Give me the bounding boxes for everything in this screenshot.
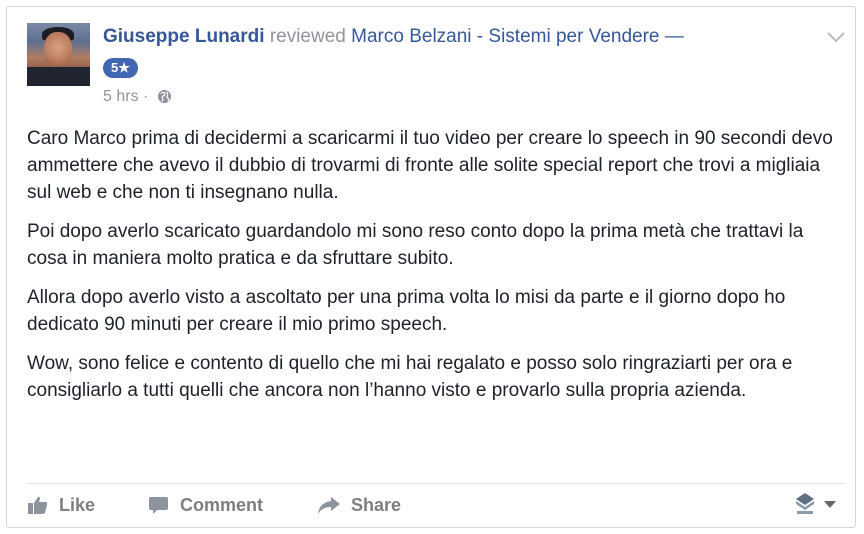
- like-label: Like: [59, 494, 96, 515]
- review-verb: reviewed: [269, 26, 346, 47]
- post-header: Giuseppe Lunardi reviewed Marco Belzani …: [103, 24, 803, 50]
- comment-label: Comment: [180, 494, 264, 515]
- review-paragraph: Allora dopo averlo visto a ascoltato per…: [27, 287, 786, 335]
- review-paragraph: Poi dopo averlo scaricato guardandolo mi…: [27, 221, 804, 269]
- thumbs-up-icon: [28, 496, 48, 514]
- review-paragraph: Caro Marco prima di decidermi a scaricar…: [27, 128, 833, 203]
- share-arrow-icon: [318, 497, 340, 514]
- page-avatar-icon: [796, 493, 814, 514]
- avatar-face: [44, 32, 72, 66]
- comment-icon: [149, 497, 168, 514]
- action-divider: [27, 483, 845, 484]
- page-name-link[interactable]: Marco Belzani - Sistemi per Vendere —: [351, 26, 684, 47]
- audience-selector[interactable]: [793, 489, 837, 519]
- review-post-card: Giuseppe Lunardi reviewed Marco Belzani …: [6, 6, 856, 528]
- post-meta: 5 hrs ·: [103, 87, 172, 107]
- meta-separator: ·: [143, 88, 149, 105]
- avatar[interactable]: [27, 23, 90, 86]
- caret-down-icon: [824, 501, 836, 508]
- share-button[interactable]: Share: [317, 491, 401, 519]
- like-button[interactable]: Like: [27, 491, 95, 519]
- review-text: Caro Marco prima di decidermi a scaricar…: [27, 125, 847, 416]
- globe-icon[interactable]: [157, 89, 172, 104]
- chevron-down-icon[interactable]: [825, 29, 847, 45]
- author-name-link[interactable]: Giuseppe Lunardi: [103, 26, 265, 47]
- timestamp-link[interactable]: 5 hrs: [103, 88, 139, 105]
- review-paragraph: Wow, sono felice e contento di quello ch…: [27, 353, 793, 401]
- avatar-shirt: [27, 67, 90, 86]
- share-label: Share: [351, 494, 402, 515]
- comment-button[interactable]: Comment: [148, 491, 263, 519]
- rating-badge: 5★: [103, 58, 138, 78]
